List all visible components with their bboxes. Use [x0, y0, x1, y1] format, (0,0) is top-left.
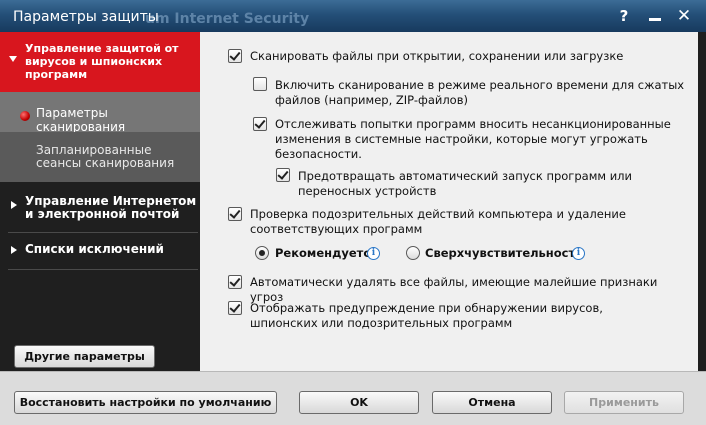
checkmark-icon	[254, 117, 266, 129]
track-changes-checkbox[interactable]	[253, 117, 267, 131]
cancel-button[interactable]: Отмена	[432, 391, 552, 414]
sidebar-section-virus-protection[interactable]: Управление защитой от вирусов и шпионски…	[0, 32, 200, 92]
checkmark-icon	[229, 49, 241, 61]
realtime-compressed-checkbox[interactable]	[253, 77, 267, 91]
window-title: Параметры защиты	[13, 9, 159, 25]
title-bar: um Internet Security Параметры защиты ? …	[0, 0, 706, 32]
background-app-title: um Internet Security	[145, 11, 310, 27]
sidebar-divider	[8, 232, 198, 233]
sidebar-item-scan-params[interactable]: Параметры сканирования	[0, 92, 208, 134]
minimize-icon	[649, 18, 661, 21]
recommended-radio[interactable]	[255, 246, 269, 260]
selected-bullet-icon	[20, 111, 30, 121]
checkmark-icon	[229, 275, 241, 287]
scan-on-open-label: Сканировать файлы при открытии, сохранен…	[250, 49, 624, 63]
auto-delete-checkbox[interactable]	[228, 275, 242, 289]
sidebar-section-label: Управление защитой от вирусов и шпионски…	[25, 42, 179, 81]
minimize-button[interactable]	[641, 5, 669, 27]
info-icon[interactable]: i	[367, 247, 380, 260]
checkmark-icon	[229, 207, 241, 219]
suspicious-actions-label: Проверка подозрительных действий компьют…	[250, 207, 626, 236]
recommended-radio-label: Рекомендуется	[275, 246, 378, 260]
realtime-compressed-label: Включить сканирование в режиме реального…	[275, 78, 685, 107]
info-icon[interactable]: i	[572, 247, 585, 260]
checkmark-icon	[277, 168, 289, 180]
hypersensitive-radio[interactable]	[406, 246, 420, 260]
collapsed-triangle-icon	[11, 246, 17, 254]
sidebar-item-label: Запланированные сеансы сканирования	[36, 143, 175, 170]
show-warning-checkbox[interactable]	[228, 301, 242, 315]
close-button[interactable]: ✕	[670, 5, 698, 27]
hypersensitive-radio-label: Сверхчувствительность	[425, 246, 583, 260]
prevent-autorun-label: Предотвращать автоматический запуск прог…	[298, 169, 632, 198]
prevent-autorun-checkbox[interactable]	[276, 168, 290, 182]
sidebar-section-label: Управление Интернетом и электронной почт…	[25, 194, 197, 221]
ok-button[interactable]: OK	[299, 391, 419, 414]
scan-on-open-checkbox[interactable]	[228, 49, 242, 63]
restore-defaults-button[interactable]: Восстановить настройки по умолчанию	[14, 391, 277, 414]
suspicious-actions-checkbox[interactable]	[228, 207, 242, 221]
radio-selected-icon	[259, 250, 265, 256]
sidebar: Управление защитой от вирусов и шпионски…	[0, 32, 208, 371]
window-border	[698, 32, 706, 371]
collapsed-triangle-icon	[11, 201, 17, 209]
other-params-button[interactable]: Другие параметры	[14, 345, 155, 368]
sidebar-item-label: Параметры сканирования	[36, 106, 126, 134]
sidebar-divider	[8, 269, 198, 270]
apply-button[interactable]: Применить	[564, 391, 684, 414]
settings-panel: Сканировать файлы при открытии, сохранен…	[200, 32, 698, 371]
checkmark-icon	[229, 301, 241, 313]
help-button[interactable]: ?	[610, 5, 638, 27]
sidebar-section-exclusions[interactable]: Списки исключений	[0, 243, 200, 263]
track-changes-label: Отслеживать попытки программ вносить нес…	[275, 117, 671, 161]
sidebar-section-label: Списки исключений	[25, 242, 164, 256]
sidebar-section-internet-email[interactable]: Управление Интернетом и электронной почт…	[0, 193, 200, 233]
button-bar: Восстановить настройки по умолчанию OK О…	[0, 371, 706, 425]
expanded-triangle-icon	[9, 56, 17, 62]
show-warning-label: Отображать предупреждение при обнаружени…	[250, 301, 603, 330]
sidebar-item-scheduled-scans[interactable]: Запланированные сеансы сканирования	[0, 132, 200, 182]
